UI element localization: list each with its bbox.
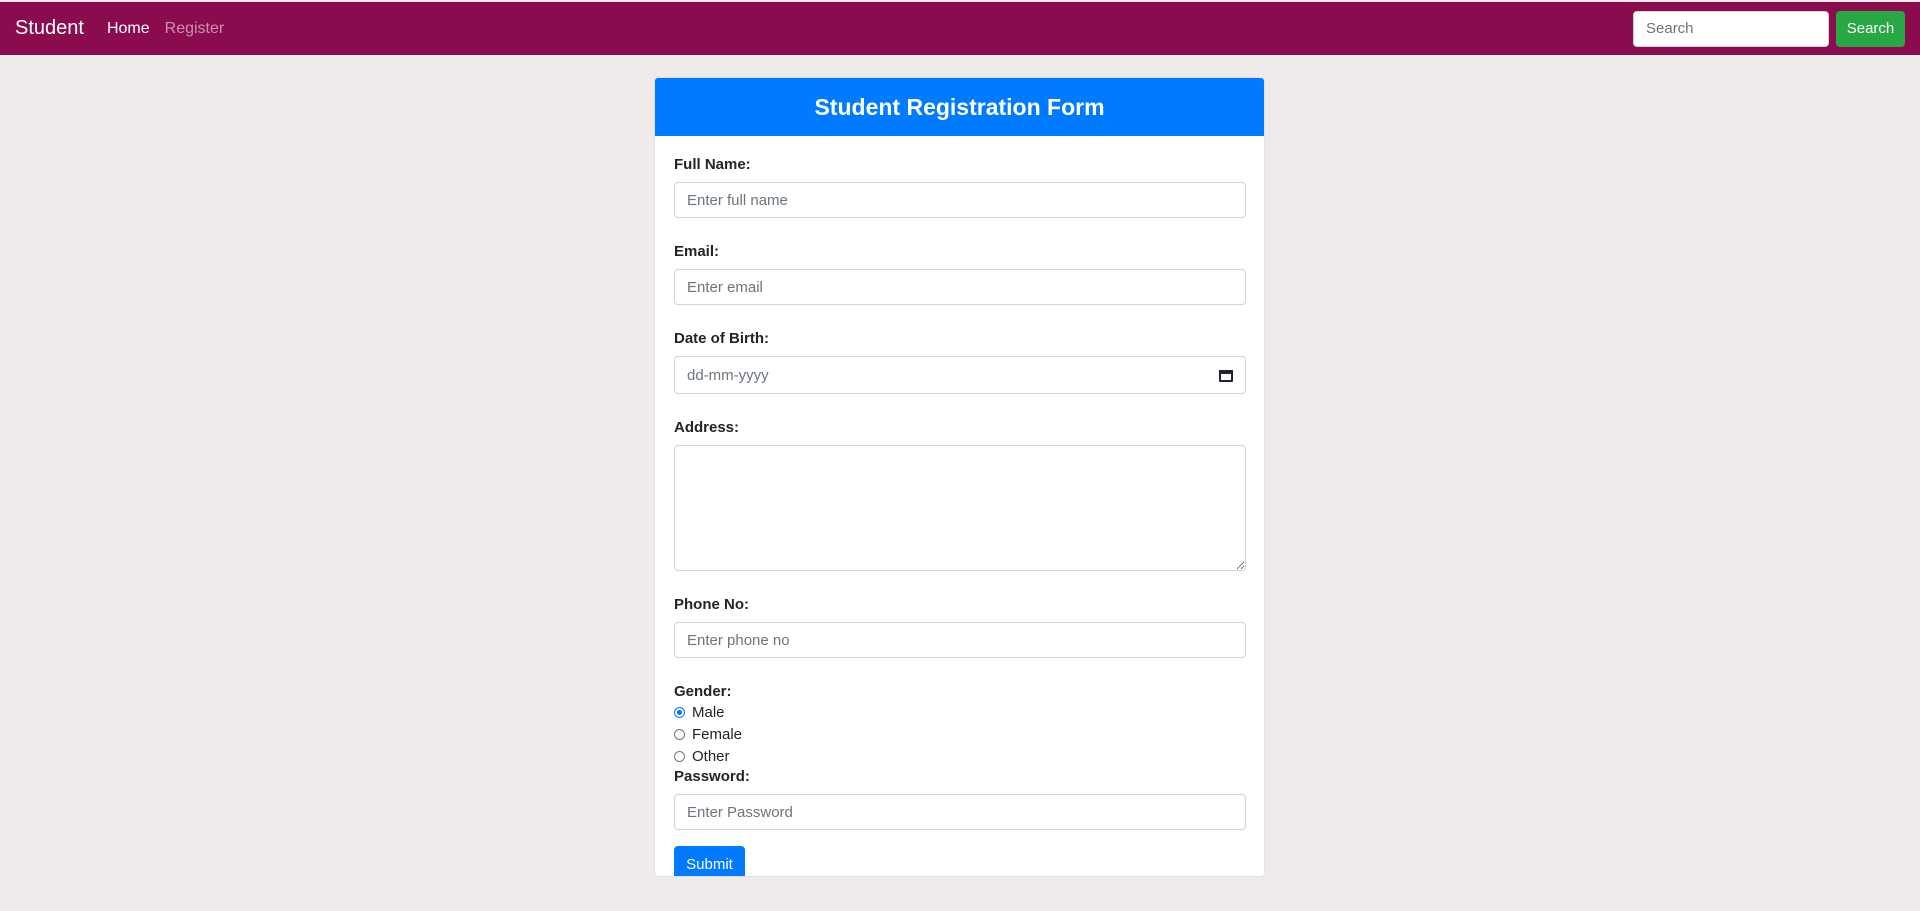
navbar-search-form: Search [1633, 10, 1905, 47]
other-radio[interactable] [674, 750, 685, 762]
nav-link-register[interactable]: Register [165, 20, 225, 38]
nav-search-input[interactable] [1633, 10, 1829, 47]
dob-placeholder: dd-mm-yyyy [687, 366, 769, 384]
gender-label: Gender: [674, 683, 732, 700]
form-body: Full Name: Email: Date of Birth: dd-mm-y… [655, 136, 1264, 876]
address-textarea[interactable] [674, 445, 1246, 571]
dob-label: Date of Birth: [674, 330, 769, 347]
password-label: Password: [674, 768, 750, 785]
submit-button[interactable]: Submit [674, 846, 745, 876]
other-radio-label: Other [692, 747, 730, 765]
gender-option-other[interactable]: Other [674, 745, 1245, 767]
email-input[interactable] [674, 269, 1246, 305]
form-title: Student Registration Form [655, 78, 1264, 136]
male-radio-label: Male [692, 703, 725, 721]
dob-input[interactable]: dd-mm-yyyy [674, 356, 1246, 394]
email-label: Email: [674, 243, 720, 260]
registration-card: Student Registration Form Full Name: Ema… [654, 77, 1265, 877]
address-label: Address: [674, 419, 740, 436]
navbar-brand[interactable]: Student [15, 17, 84, 40]
nav-link-home[interactable]: Home [107, 20, 150, 38]
male-radio[interactable] [674, 706, 685, 718]
gender-option-male[interactable]: Male [674, 701, 1245, 723]
gender-option-female[interactable]: Female [674, 723, 1245, 745]
female-radio-label: Female [692, 725, 743, 743]
navbar: Student Home Register Search [0, 2, 1920, 55]
phone-input[interactable] [674, 622, 1246, 658]
phone-label: Phone No: [674, 596, 749, 613]
full-name-input[interactable] [674, 182, 1246, 218]
female-radio[interactable] [674, 728, 685, 740]
calendar-icon[interactable] [1219, 368, 1233, 382]
password-input[interactable] [674, 794, 1246, 830]
search-button[interactable]: Search [1836, 10, 1905, 47]
full-name-label: Full Name: [674, 156, 751, 173]
